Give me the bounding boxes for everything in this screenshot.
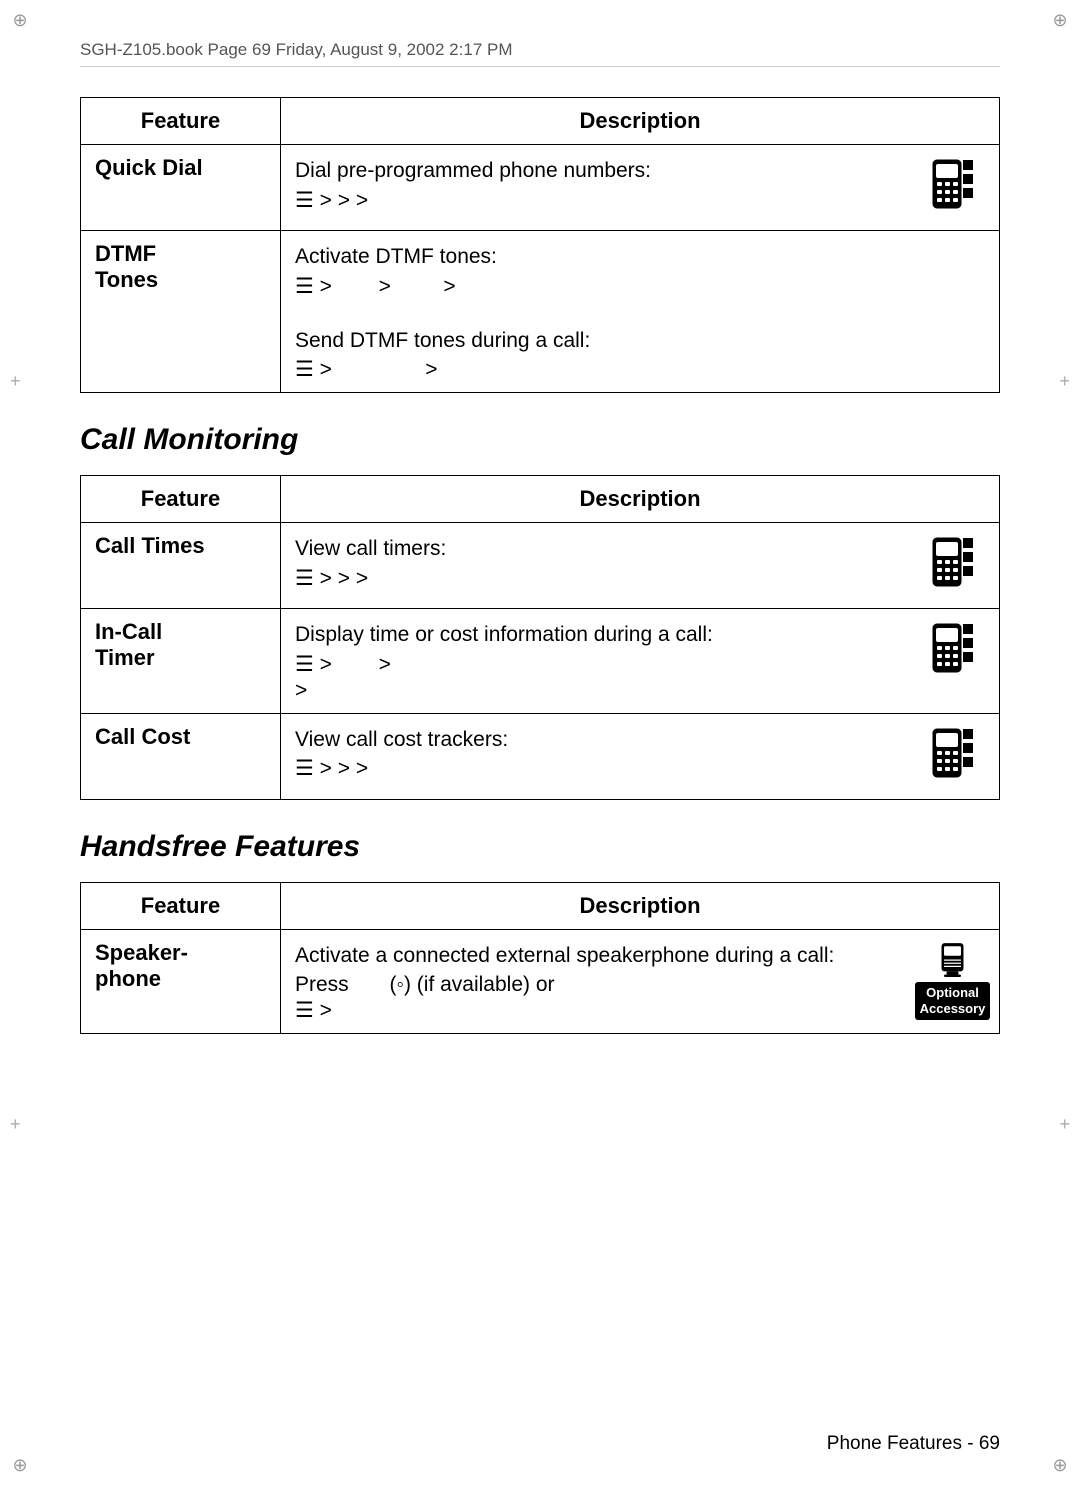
corner-mark-bl: ⊕ <box>10 1455 30 1475</box>
phone-icon-callcost <box>920 724 985 789</box>
table-row: Speaker-phone Activate a connected exter… <box>81 929 1000 1034</box>
desc-text-quickdial: Dial pre-programmed phone numbers: <box>295 159 651 182</box>
side-mark-left-bot: + <box>10 1114 21 1135</box>
section-heading-text-2: Handsfree Features <box>80 830 360 863</box>
desc-content-speakerphone: Activate a connected external speakerpho… <box>295 940 912 1024</box>
th-feature-1: Feature <box>81 98 281 145</box>
feature-name-calltimes: Call Times <box>95 533 205 558</box>
desc-text-calltimes: View call timers: <box>295 537 446 560</box>
feature-name-speakerphone: Speaker-phone <box>95 940 188 991</box>
menu-line-quickdial: ☰ > > > <box>295 189 368 212</box>
feature-cell-quickdial: Quick Dial <box>81 145 281 231</box>
table-row: Quick Dial Dial pre-programmed phone num… <box>81 145 1000 231</box>
corner-mark-br: ⊕ <box>1050 1455 1070 1475</box>
menu-line-dtmf-2: ☰ > > <box>295 358 438 381</box>
desc-row-callcost: View call cost trackers: ☰ > > > <box>295 724 985 789</box>
phone-icon-quickdial <box>920 155 985 220</box>
table-features-1: Feature Description Quick Dial Dial pre-… <box>80 97 1000 393</box>
page-container: ⊕ ⊕ ⊕ ⊕ + + + + SGH-Z105.book Page 69 Fr… <box>0 0 1080 1485</box>
page-header: SGH-Z105.book Page 69 Friday, August 9, … <box>80 40 1000 67</box>
feature-name-callcost: Call Cost <box>95 724 190 749</box>
th-description-3: Description <box>281 882 1000 929</box>
th-feature-2: Feature <box>81 476 281 523</box>
desc-content-calltimes: View call timers: ☰ > > > <box>295 533 920 591</box>
side-mark-right-top: + <box>1059 371 1070 392</box>
desc-cell-dtmf: Activate DTMF tones: ☰ > > > Send DTMF t… <box>281 231 1000 393</box>
feature-name-incalltimer: In-CallTimer <box>95 619 162 670</box>
menu-line-calltimes: ☰ > > > <box>295 567 368 590</box>
desc-row-incalltimer: Display time or cost information during … <box>295 619 985 703</box>
side-mark-right-bot: + <box>1059 1114 1070 1135</box>
feature-cell-dtmf: DTMFTones <box>81 231 281 393</box>
table-row: Call Times View call timers: ☰ > > > <box>81 523 1000 609</box>
table-features-2: Feature Description Call Times View call… <box>80 475 1000 800</box>
desc-text-dtmf-1: Activate DTMF tones: <box>295 245 497 268</box>
section-heading-callmonitoring: Call Monitoring <box>80 423 1000 457</box>
menu-line-incalltimer-1: ☰ > > <box>295 653 391 676</box>
desc-row-speakerphone: Activate a connected external speakerpho… <box>295 940 985 1024</box>
menu-line-speakerphone-1: Press (◦) (if available) or <box>295 973 555 996</box>
footer-text: Phone Features - 69 <box>827 1433 1000 1454</box>
desc-row-calltimes: View call timers: ☰ > > > <box>295 533 985 598</box>
desc-cell-callcost: View call cost trackers: ☰ > > > <box>281 713 1000 799</box>
feature-name-dtmf: DTMFTones <box>95 241 158 292</box>
speakerphone-svg <box>925 940 980 981</box>
desc-text-speakerphone-1: Activate a connected external speakerpho… <box>295 944 834 967</box>
th-feature-3: Feature <box>81 882 281 929</box>
corner-mark-tl: ⊕ <box>10 10 30 30</box>
table-features-3: Feature Description Speaker-phone Activa… <box>80 882 1000 1035</box>
corner-mark-tr: ⊕ <box>1050 10 1070 30</box>
desc-text-incalltimer: Display time or cost information during … <box>295 623 713 646</box>
desc-content-quickdial: Dial pre-programmed phone numbers: ☰ > >… <box>295 155 920 213</box>
section-heading-text-1: Call Monitoring <box>80 423 298 456</box>
desc-content-dtmf: Activate DTMF tones: ☰ > > > Send DTMF t… <box>295 241 985 382</box>
desc-content-callcost: View call cost trackers: ☰ > > > <box>295 724 920 782</box>
feature-cell-calltimes: Call Times <box>81 523 281 609</box>
phone-icon-incalltimer <box>920 619 985 684</box>
menu-line-dtmf-1: ☰ > > > <box>295 275 456 298</box>
desc-cell-calltimes: View call timers: ☰ > > > <box>281 523 1000 609</box>
phone-icon-calltimes <box>920 533 985 598</box>
feature-name-quickdial: Quick Dial <box>95 155 203 180</box>
side-mark-left-top: + <box>10 371 21 392</box>
feature-cell-callcost: Call Cost <box>81 713 281 799</box>
table-row: In-CallTimer Display time or cost inform… <box>81 609 1000 714</box>
page-footer: Phone Features - 69 <box>827 1433 1000 1455</box>
section-heading-handsfree: Handsfree Features <box>80 830 1000 864</box>
desc-content-incalltimer: Display time or cost information during … <box>295 619 920 703</box>
optional-text: OptionalAccessory <box>920 985 986 1016</box>
desc-cell-incalltimer: Display time or cost information during … <box>281 609 1000 714</box>
table-row: DTMFTones Activate DTMF tones: ☰ > > > S… <box>81 231 1000 393</box>
speakerphone-icon: OptionalAccessory <box>920 940 985 1020</box>
menu-line-speakerphone-2: ☰ > <box>295 999 332 1022</box>
menu-line-callcost: ☰ > > > <box>295 757 368 780</box>
feature-cell-speakerphone: Speaker-phone <box>81 929 281 1034</box>
th-description-2: Description <box>281 476 1000 523</box>
desc-row-quickdial: Dial pre-programmed phone numbers: ☰ > >… <box>295 155 985 220</box>
feature-cell-incalltimer: In-CallTimer <box>81 609 281 714</box>
desc-cell-speakerphone: Activate a connected external speakerpho… <box>281 929 1000 1034</box>
th-description-1: Description <box>281 98 1000 145</box>
header-text: SGH-Z105.book Page 69 Friday, August 9, … <box>80 40 513 59</box>
desc-text-callcost: View call cost trackers: <box>295 728 508 751</box>
optional-accessory-badge: OptionalAccessory <box>915 982 991 1019</box>
table-row: Call Cost View call cost trackers: ☰ > >… <box>81 713 1000 799</box>
desc-text-dtmf-2: Send DTMF tones during a call: <box>295 329 590 352</box>
desc-cell-quickdial: Dial pre-programmed phone numbers: ☰ > >… <box>281 145 1000 231</box>
menu-line-incalltimer-2: > <box>295 679 307 702</box>
